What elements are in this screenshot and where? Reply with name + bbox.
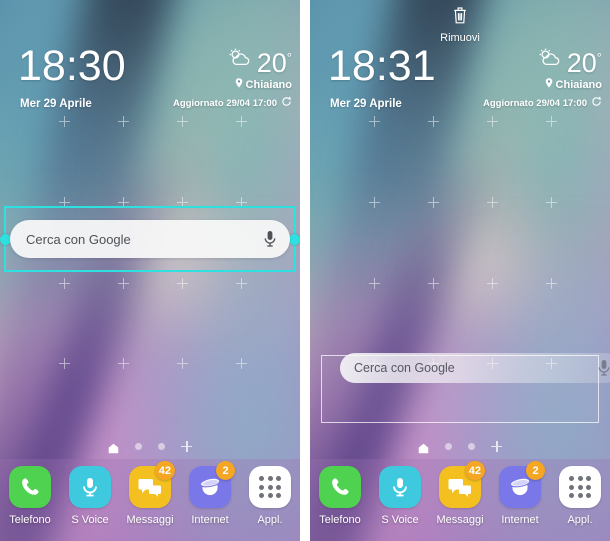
dock-item-telefono[interactable]: Telefono bbox=[2, 466, 58, 526]
weather-temperature-row: 20° bbox=[483, 44, 602, 78]
search-placeholder: Cerca con Google bbox=[26, 231, 131, 247]
dock-label: Telefono bbox=[9, 514, 51, 526]
home-screen-panel-right: Rimuovi 18:31 Mer 29 Aprile 20° Chiaiano… bbox=[310, 0, 610, 541]
location-pin-icon bbox=[235, 78, 243, 91]
resize-handle-right[interactable] bbox=[289, 233, 300, 245]
dock-label: Telefono bbox=[319, 514, 361, 526]
microphone-icon[interactable] bbox=[69, 466, 111, 508]
badge-count: 42 bbox=[464, 461, 485, 480]
weather-block[interactable]: 20° Chiaiano Aggiornato 29/04 17:00 bbox=[173, 44, 292, 110]
microphone-icon[interactable] bbox=[262, 229, 278, 249]
chat-bubbles-icon[interactable]: 42 bbox=[129, 461, 175, 508]
badge-count: 2 bbox=[526, 461, 545, 480]
clock-weather-widget[interactable]: 18:30 Mer 29 Aprile 20° Chiaiano Aggiorn… bbox=[0, 42, 300, 120]
clock-weather-widget[interactable]: 18:31 Mer 29 Aprile 20° Chiaiano Aggiorn… bbox=[310, 42, 610, 120]
badge-count: 42 bbox=[154, 461, 175, 480]
search-placeholder: Cerca con Google bbox=[354, 361, 455, 375]
dock-label: Internet bbox=[501, 514, 539, 526]
planet-icon[interactable]: 2 bbox=[499, 461, 545, 508]
remove-widget-target[interactable]: Rimuovi bbox=[310, 6, 610, 44]
weather-temperature: 20° bbox=[256, 47, 292, 78]
clock-date: Mer 29 Aprile bbox=[330, 98, 402, 110]
apps-grid-icon[interactable] bbox=[559, 466, 601, 508]
google-search-widget-dragging[interactable]: Cerca con Google bbox=[340, 353, 610, 383]
sun-behind-cloud-icon bbox=[537, 48, 563, 73]
badge-count: 2 bbox=[216, 461, 235, 480]
google-search-widget[interactable]: Cerca con Google bbox=[10, 220, 290, 258]
dock-item-internet[interactable]: 2 Internet bbox=[182, 461, 238, 526]
dock-label: Messaggi bbox=[436, 514, 484, 526]
home-icon[interactable] bbox=[418, 441, 429, 453]
dock-label: S Voice bbox=[381, 514, 419, 526]
plus-icon[interactable] bbox=[491, 440, 502, 452]
page-dot[interactable] bbox=[135, 442, 142, 450]
dock-item-messaggi[interactable]: 42 Messaggi bbox=[432, 461, 488, 526]
chat-bubbles-icon[interactable]: 42 bbox=[439, 461, 485, 508]
page-dot[interactable] bbox=[445, 442, 452, 450]
refresh-icon[interactable] bbox=[281, 96, 292, 110]
dock-label: Messaggi bbox=[126, 514, 174, 526]
phone-icon[interactable] bbox=[319, 466, 361, 508]
dock-item-s-voice[interactable]: S Voice bbox=[62, 466, 118, 526]
panel-divider bbox=[300, 0, 310, 541]
dock-item-s-voice[interactable]: S Voice bbox=[372, 466, 428, 526]
weather-temperature: 20° bbox=[566, 47, 602, 78]
dock: Telefono S Voice 42 Messaggi 2 Internet … bbox=[310, 459, 610, 541]
weather-location: Chiaiano bbox=[245, 78, 292, 91]
dock-item-appl[interactable]: Appl. bbox=[242, 466, 298, 526]
weather-temperature-row: 20° bbox=[173, 44, 292, 78]
plus-icon[interactable] bbox=[181, 440, 192, 452]
sun-behind-cloud-icon bbox=[227, 48, 253, 73]
dock-item-internet[interactable]: 2 Internet bbox=[492, 461, 548, 526]
weather-updated-row: Aggiornato 29/04 17:00 bbox=[173, 96, 292, 110]
location-pin-icon bbox=[545, 78, 553, 91]
phone-icon[interactable] bbox=[9, 466, 51, 508]
dock-label: S Voice bbox=[71, 514, 109, 526]
clock-time: 18:30 bbox=[18, 42, 126, 90]
home-screen-panel-left: 18:30 Mer 29 Aprile 20° Chiaiano Aggiorn… bbox=[0, 0, 300, 541]
dock-label: Appl. bbox=[257, 514, 283, 526]
clock-date: Mer 29 Aprile bbox=[20, 98, 92, 110]
microphone-icon[interactable] bbox=[596, 358, 610, 378]
dock-item-telefono[interactable]: Telefono bbox=[312, 466, 368, 526]
weather-updated-text: Aggiornato 29/04 17:00 bbox=[172, 97, 277, 109]
page-dot[interactable] bbox=[468, 442, 475, 450]
weather-updated-text: Aggiornato 29/04 17:00 bbox=[482, 97, 587, 109]
trash-icon[interactable] bbox=[452, 6, 468, 30]
weather-location-row: Chiaiano bbox=[173, 78, 292, 91]
page-dot[interactable] bbox=[158, 442, 165, 450]
clock-time: 18:31 bbox=[328, 42, 436, 90]
dock-label: Internet bbox=[191, 514, 229, 526]
dock: Telefono S Voice 42 Messaggi 2 Internet … bbox=[0, 459, 300, 541]
weather-updated-row: Aggiornato 29/04 17:00 bbox=[483, 96, 602, 110]
page-indicator[interactable] bbox=[0, 439, 300, 453]
microphone-icon[interactable] bbox=[379, 466, 421, 508]
dock-item-appl[interactable]: Appl. bbox=[552, 466, 608, 526]
weather-block[interactable]: 20° Chiaiano Aggiornato 29/04 17:00 bbox=[483, 44, 602, 110]
weather-location-row: Chiaiano bbox=[483, 78, 602, 91]
dual-screenshot-stage: 18:30 Mer 29 Aprile 20° Chiaiano Aggiorn… bbox=[0, 0, 610, 541]
home-icon[interactable] bbox=[108, 441, 119, 453]
weather-location: Chiaiano bbox=[555, 78, 602, 91]
apps-grid-icon[interactable] bbox=[249, 466, 291, 508]
planet-icon[interactable]: 2 bbox=[189, 461, 235, 508]
page-indicator[interactable] bbox=[310, 439, 610, 453]
refresh-icon[interactable] bbox=[591, 96, 602, 110]
dock-item-messaggi[interactable]: 42 Messaggi bbox=[122, 461, 178, 526]
dock-label: Appl. bbox=[567, 514, 593, 526]
